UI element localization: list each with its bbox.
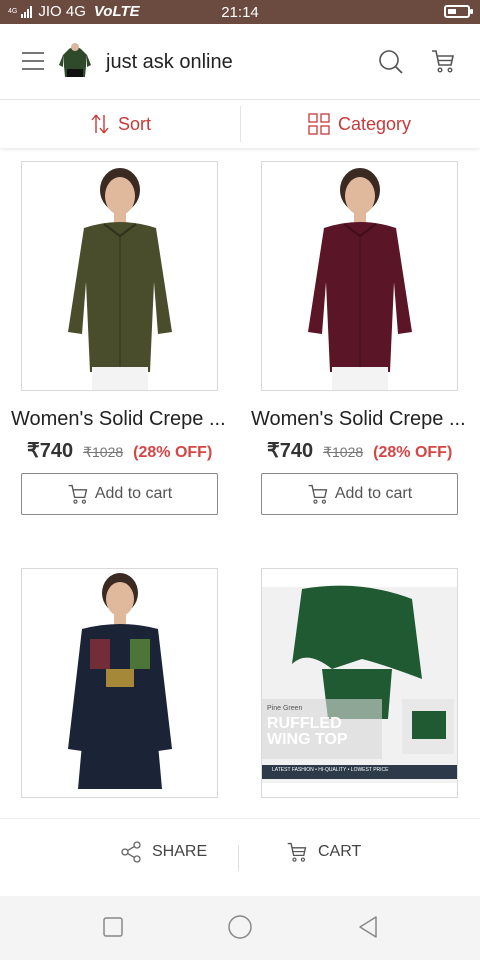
app-header: just ask online	[0, 24, 480, 100]
clock: 21:14	[221, 4, 259, 21]
app-title: just ask online	[106, 51, 233, 73]
add-to-cart-button[interactable]: Add to cart	[21, 473, 218, 515]
share-icon	[121, 841, 141, 863]
banner-footer: LATEST FASHION • HI-QUALITY • LOWEST PRI…	[272, 767, 389, 773]
cart-icon	[308, 484, 328, 504]
discount-label: (28% OFF)	[373, 444, 453, 461]
cart-icon[interactable]	[430, 48, 456, 74]
cart-icon	[287, 842, 307, 862]
cart-icon	[68, 484, 88, 504]
product-mrp: ₹1028	[323, 444, 364, 460]
menu-icon[interactable]	[22, 52, 44, 70]
filter-toolbar: Sort Category	[0, 100, 480, 148]
bottom-action-bar: SHARE CART	[0, 818, 480, 896]
price-row: ₹740 ₹1028 (28% OFF)	[267, 438, 452, 463]
recent-apps-icon[interactable]	[102, 916, 124, 938]
add-to-cart-label: Add to cart	[334, 485, 413, 502]
view-cart-button[interactable]: CART	[286, 841, 361, 863]
back-icon[interactable]	[356, 915, 380, 939]
product-mrp: ₹1028	[83, 444, 124, 460]
product-image[interactable]	[261, 161, 458, 391]
grid-icon	[308, 113, 330, 135]
sort-button[interactable]: Sort	[90, 100, 151, 148]
product-title[interactable]: Women's Solid Crepe ...	[251, 408, 480, 431]
share-label: SHARE	[152, 843, 208, 860]
product-price: ₹740	[27, 440, 74, 462]
cart-label: CART	[318, 843, 362, 860]
sort-icon	[91, 114, 109, 134]
add-to-cart-button[interactable]: Add to cart	[261, 473, 458, 515]
product-title[interactable]: Women's Solid Crepe ...	[11, 408, 241, 431]
product-image[interactable]	[21, 161, 218, 391]
product-image[interactable]	[21, 568, 218, 798]
sort-label: Sort	[118, 113, 152, 134]
bottom-divider	[238, 845, 239, 871]
home-icon[interactable]	[227, 914, 253, 940]
system-nav-bar	[0, 896, 480, 960]
category-button[interactable]: Category	[308, 100, 411, 148]
store-logo[interactable]	[58, 41, 92, 81]
product-price: ₹740	[267, 440, 314, 462]
discount-label: (28% OFF)	[133, 444, 213, 461]
banner-small-text: Pine Green	[267, 705, 303, 712]
price-row: ₹740 ₹1028 (28% OFF)	[27, 438, 212, 463]
battery-level	[448, 9, 456, 14]
share-button[interactable]: SHARE	[120, 841, 207, 863]
search-icon[interactable]	[378, 49, 404, 75]
battery-icon	[444, 5, 473, 18]
banner-title-line-2: WING TOP	[267, 731, 348, 748]
product-image[interactable]: Pine Green RUFFLED WING TOP LATEST FASHI…	[261, 568, 458, 798]
toolbar-divider	[240, 106, 241, 142]
add-to-cart-label: Add to cart	[94, 485, 173, 502]
banner-title-line-1: RUFFLED	[267, 715, 342, 732]
category-label: Category	[338, 113, 412, 134]
status-bar: 4G JIO 4G VoLTE 21:14	[0, 0, 480, 24]
